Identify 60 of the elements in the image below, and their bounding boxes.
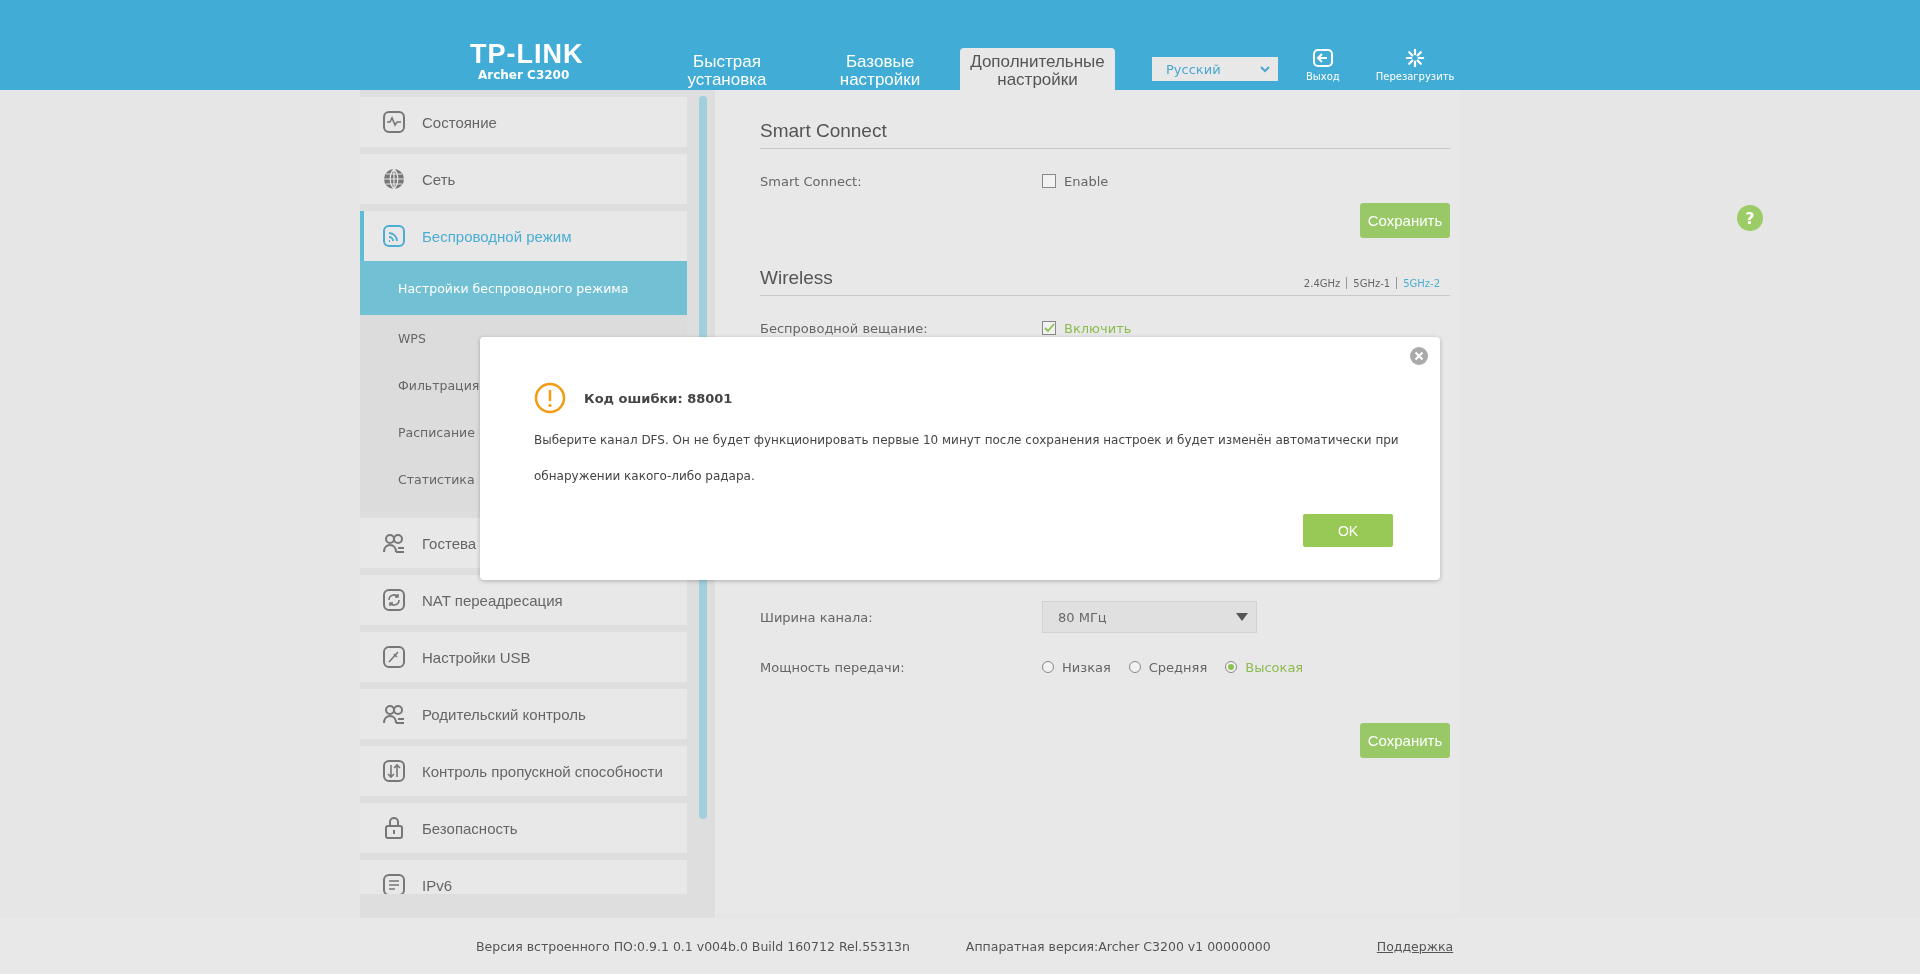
dropdown-arrow-icon [1236, 613, 1248, 621]
spinner-icon [1404, 48, 1427, 68]
lock-icon [382, 816, 406, 840]
band-link[interactable]: 2.4GHz [1303, 277, 1341, 289]
sidebar-label: Состояние [422, 113, 497, 131]
field-label: Мощность передачи: [760, 659, 906, 675]
firmware-version: Версия встроенного ПО:0.9.1 0.1 v004b.0 Build 160712 Rel.55313n [476, 938, 910, 954]
field-label: Ширина канала: [760, 609, 874, 625]
bandwidth-icon [382, 759, 406, 783]
guests-icon [382, 531, 406, 555]
sidebar-item[interactable]: NAT переадресация [360, 575, 687, 625]
dialog-message: Выберите канал DFS. Он не будет функционировать первые 10 минут после сохранения настроек и будет изменён автоматически при обнаружении какого-либо радара. [534, 432, 1400, 485]
power-radio[interactable]: Низкая [1042, 659, 1111, 675]
globe-icon [382, 167, 406, 191]
usb-icon [382, 645, 406, 669]
sidebar-item[interactable]: Контроль пропускной способности [360, 746, 687, 796]
nav-tab[interactable]: Быстрая установка [662, 48, 792, 90]
model-name: Archer C3200 [477, 68, 571, 82]
sidebar-label: Беспроводной режим [422, 227, 572, 245]
section-title: Wireless [760, 267, 833, 289]
logout-button[interactable]: Выход [1306, 48, 1340, 82]
wireless-icon [382, 224, 406, 248]
enable-checkbox[interactable]: Enable [1042, 173, 1109, 189]
dialog-title: Код ошибки: 88001 [584, 390, 733, 406]
sidebar-label: IPv6 [422, 876, 452, 894]
sidebar-item[interactable]: Родительский контроль [360, 689, 687, 739]
document-icon [382, 873, 406, 894]
sidebar-item[interactable]: Безопасность [360, 803, 687, 853]
chevron-icon [1260, 65, 1270, 73]
sidebar-label: Безопасность [422, 819, 518, 837]
sidebar-label: Настройки USB [422, 648, 531, 666]
sidebar-label: Контроль пропускной способности [422, 762, 663, 780]
logo: TP-LINK [470, 40, 585, 68]
power-radio[interactable]: Средняя [1128, 659, 1208, 675]
field-label: Беспроводной вещание: [760, 320, 929, 336]
support-link[interactable]: Поддержка [1376, 938, 1454, 954]
close-icon[interactable] [1410, 347, 1428, 365]
language-select[interactable]: Русский [1152, 57, 1278, 81]
sidebar-item[interactable]: Настройки USB [360, 632, 687, 682]
band-link[interactable]: 5GHz-1 [1353, 277, 1391, 289]
reboot-button[interactable]: Перезагрузить [1375, 48, 1455, 82]
nav-tab[interactable]: Дополнительные настройки [960, 48, 1115, 90]
sidebar-item[interactable]: Сеть [360, 154, 687, 204]
hardware-version: Аппаратная версия:Archer C3200 v1 00000000 [965, 938, 1271, 954]
sidebar-label: NAT переадресация [422, 591, 563, 609]
sidebar-label: Родительский контроль [422, 705, 586, 723]
field-label: Smart Connect: [760, 173, 863, 189]
sidebar-item[interactable]: IPv6 [360, 860, 687, 894]
logout-icon [1311, 48, 1334, 68]
channel-width-select[interactable]: 80 МГц [1042, 601, 1257, 633]
parental-icon [382, 702, 406, 726]
nav-tab[interactable]: Базовые настройки [815, 48, 945, 90]
section-title: Smart Connect [760, 120, 887, 142]
sidebar-item[interactable]: Состояние [360, 97, 687, 147]
sidebar-label: Гостева [422, 534, 477, 552]
status-icon [382, 110, 406, 134]
sidebar-label: Сеть [422, 170, 456, 188]
warning-icon [534, 382, 566, 414]
sync-icon [382, 588, 406, 612]
checkmark-icon [1043, 322, 1055, 334]
